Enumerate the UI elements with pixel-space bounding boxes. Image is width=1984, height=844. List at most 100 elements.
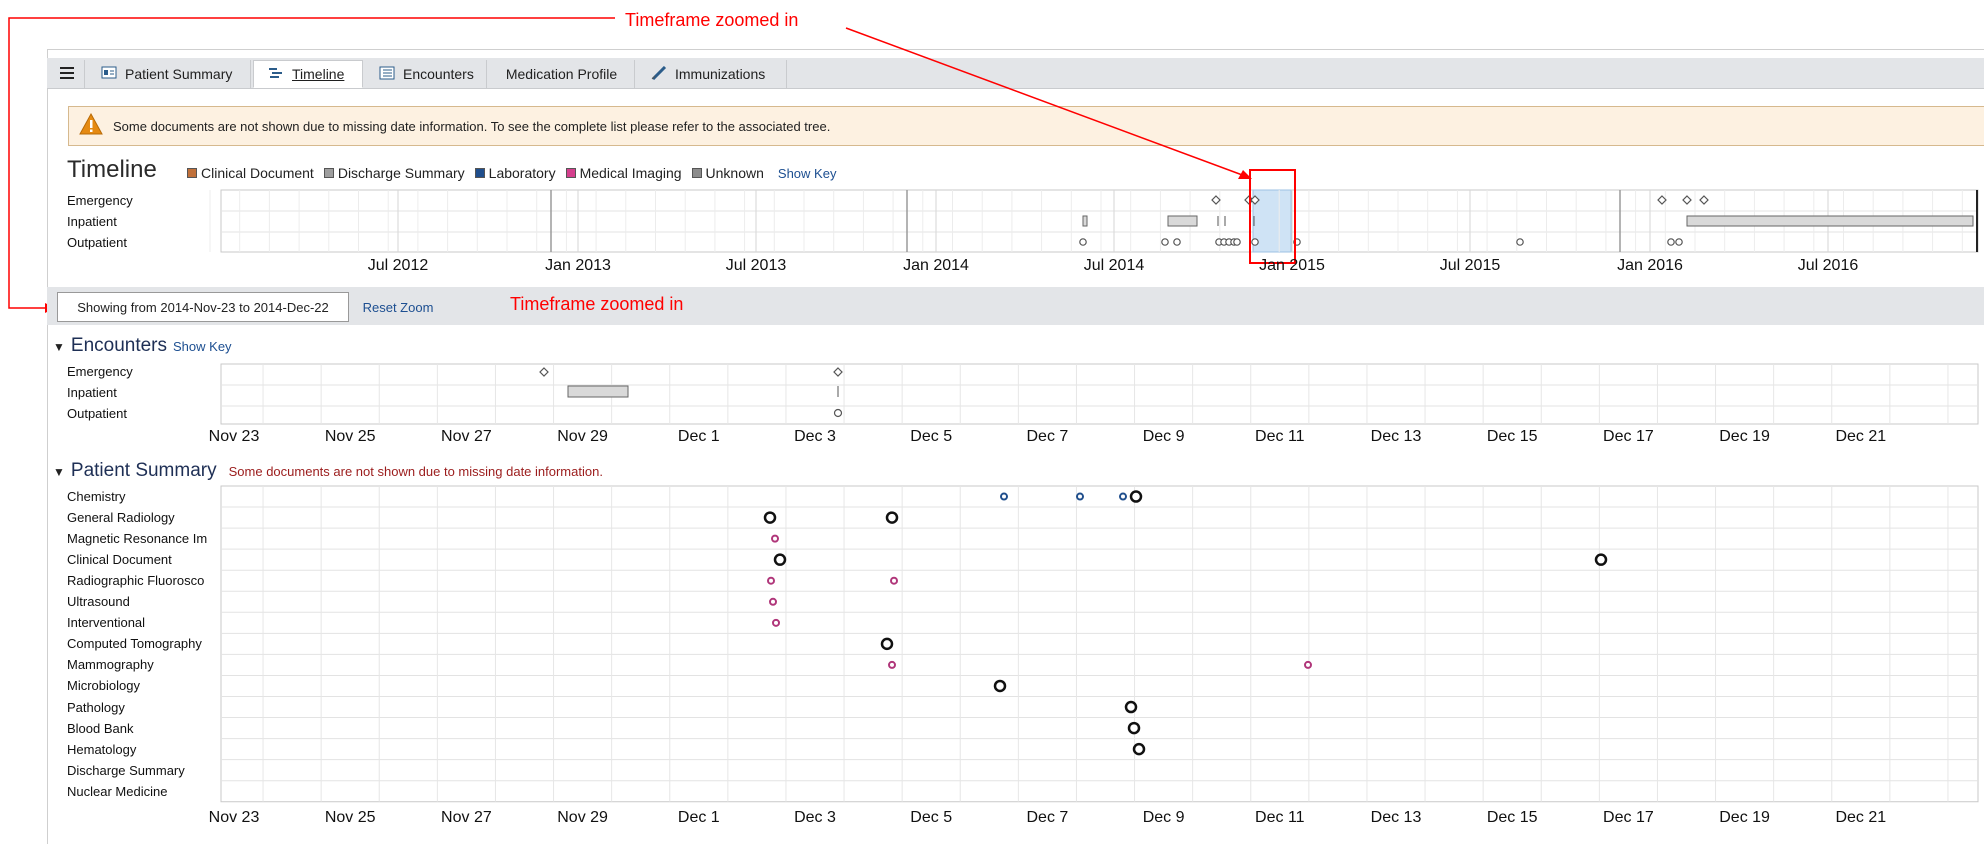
zoom-range-label: Showing from 2014-Nov-23 to 2014-Dec-22 — [57, 292, 349, 322]
collapse-caret-icon[interactable]: ▼ — [53, 340, 65, 354]
outpatient-marker — [1173, 238, 1181, 246]
outpatient-encounter-marker — [833, 408, 843, 418]
patient-summary-row-label: Discharge Summary — [67, 762, 185, 778]
patient-summary-row-label: Computed Tomography — [67, 636, 202, 652]
encounters-axis-tick-label: Dec 19 — [1719, 428, 1770, 445]
reset-zoom-link[interactable]: Reset Zoom — [354, 292, 442, 322]
document-marker — [773, 553, 787, 566]
patient-summary-row-label: Magnetic Resonance Im — [67, 531, 208, 547]
inpatient-stay-bar — [1167, 215, 1198, 227]
encounter-row-label: Outpatient — [67, 406, 127, 421]
patient-summary-axis-tick-label: Dec 17 — [1603, 809, 1654, 826]
collapse-caret-icon[interactable]: ▼ — [53, 465, 65, 479]
overview-axis-tick-label: Jan 2014 — [903, 257, 969, 274]
document-marker — [1127, 721, 1141, 735]
encounters-axis-tick-label: Dec 13 — [1370, 428, 1422, 445]
annotation-arrow-line — [845, 27, 1246, 177]
patient-summary-row-label: Pathology — [67, 699, 125, 715]
overview-axis-tick-label: Jul 2015 — [1439, 257, 1501, 274]
encounters-axis-tick-label: Dec 11 — [1255, 428, 1305, 445]
patient-summary-axis-tick-label: Dec 19 — [1719, 809, 1770, 826]
patient-summary-section-header[interactable]: ▼ Patient Summary Some documents are not… — [53, 460, 603, 482]
patient-summary-axis-tick-label: Dec 9 — [1142, 809, 1185, 826]
encounters-section-header[interactable]: ▼ Encounters Show Key — [53, 335, 232, 357]
inpatient-stay-bar — [1082, 215, 1088, 227]
overview-axis-tick-label: Jan 2015 — [1259, 257, 1325, 274]
medical-imaging-marker — [888, 660, 896, 669]
medical-imaging-marker — [769, 597, 777, 606]
outpatient-marker — [1667, 238, 1675, 246]
encounters-axis-tick-label: Dec 7 — [1026, 428, 1069, 445]
encounters-axis-tick-label: Dec 21 — [1835, 428, 1887, 445]
medical-imaging-marker — [767, 576, 775, 585]
patient-summary-axis-tick-label: Dec 7 — [1026, 809, 1069, 826]
overview-axis-tick-label: Jul 2014 — [1083, 257, 1145, 274]
encounters-plot-area — [220, 363, 1979, 425]
encounters-axis-tick-label: Dec 15 — [1486, 428, 1538, 445]
annotation-bracket-line — [8, 17, 615, 309]
document-marker — [1129, 490, 1143, 503]
patient-summary-axis-tick-label: Nov 29 — [557, 809, 608, 826]
patient-summary-axis-tick-label: Dec 15 — [1486, 809, 1538, 826]
laboratory-result-marker — [1119, 492, 1127, 501]
outpatient-marker — [1079, 238, 1087, 246]
patient-summary-row-label: Chemistry — [67, 489, 126, 504]
document-marker — [1124, 700, 1138, 714]
patient-summary-row-label: Radiographic Fluorosco — [67, 573, 205, 589]
encounters-axis-tick-label: Nov 25 — [324, 428, 376, 445]
encounter-row-label: Emergency — [67, 364, 133, 379]
encounters-axis-tick-label: Dec 5 — [910, 428, 953, 445]
patient-summary-row-label: Clinical Document — [67, 552, 172, 568]
encounters-axis-tick-label: Nov 23 — [208, 428, 260, 445]
patient-summary-axis-tick-label: Dec 11 — [1255, 809, 1305, 826]
document-marker — [885, 511, 899, 524]
patient-summary-axis-tick-label: Nov 27 — [441, 809, 492, 826]
patient-summary-row-label: Interventional — [67, 615, 146, 631]
patient-summary-row-label: Microbiology — [67, 678, 140, 694]
overview-axis-tick-label: Jul 2013 — [725, 257, 787, 274]
encounters-title: Encounters — [70, 335, 168, 356]
medical-imaging-marker — [772, 618, 780, 627]
document-marker — [1132, 742, 1146, 756]
outpatient-marker — [1516, 238, 1524, 246]
patient-summary-axis-tick-label: Dec 13 — [1370, 809, 1422, 826]
patient-summary-row-label: Nuclear Medicine — [67, 783, 168, 799]
encounters-axis-tick-label: Dec 1 — [677, 428, 720, 445]
outpatient-marker — [1251, 238, 1259, 246]
encounters-show-key-link[interactable]: Show Key — [173, 339, 232, 354]
patient-summary-row-label: Mammography — [67, 657, 154, 673]
document-marker — [1594, 553, 1608, 566]
annotation-timeframe-middle: Timeframe zoomed in — [510, 294, 684, 314]
outpatient-marker — [1233, 238, 1241, 246]
patient-summary-axis-tick-label: Dec 1 — [677, 809, 720, 826]
inpatient-encounter-bar — [567, 385, 629, 398]
overview-timeline-chart[interactable] — [0, 0, 1984, 843]
patient-summary-axis-tick-label: Dec 3 — [794, 809, 836, 826]
medical-imaging-marker — [771, 534, 779, 543]
outpatient-marker — [1161, 238, 1169, 246]
overview-axis-tick-label: Jan 2013 — [545, 257, 611, 274]
patient-summary-row-label: General Radiology — [67, 510, 175, 526]
annotation-timeframe-top: Timeframe zoomed in — [625, 10, 799, 30]
medical-imaging-marker — [1304, 660, 1312, 669]
patient-summary-row-label: Hematology — [67, 741, 137, 757]
patient-summary-axis-tick-label: Nov 25 — [324, 809, 376, 826]
overview-axis-tick-label: Jul 2016 — [1797, 257, 1859, 274]
medical-imaging-marker — [890, 576, 898, 585]
document-marker — [993, 679, 1007, 693]
encounters-axis-tick-label: Dec 9 — [1142, 428, 1185, 445]
patient-summary-axis-tick-label: Dec 5 — [910, 809, 953, 826]
patient-summary-axis-tick-label: Nov 23 — [208, 809, 260, 826]
encounters-axis-tick-label: Nov 29 — [557, 428, 608, 445]
laboratory-result-marker — [1000, 492, 1008, 501]
patient-summary-row-label: Blood Bank — [67, 720, 134, 736]
patient-summary-axis-tick-label: Dec 21 — [1835, 809, 1887, 826]
overview-axis-tick-label: Jan 2016 — [1617, 257, 1683, 274]
inpatient-stay-bar — [1686, 215, 1974, 227]
missing-date-message: Some documents are not shown due to miss… — [228, 464, 603, 479]
encounters-axis-tick-label: Dec 17 — [1603, 428, 1654, 445]
patient-summary-title: Patient Summary — [70, 460, 217, 481]
document-marker — [763, 511, 777, 524]
encounter-row-label: Inpatient — [67, 385, 117, 400]
overview-axis-tick-label: Jul 2012 — [367, 257, 429, 274]
